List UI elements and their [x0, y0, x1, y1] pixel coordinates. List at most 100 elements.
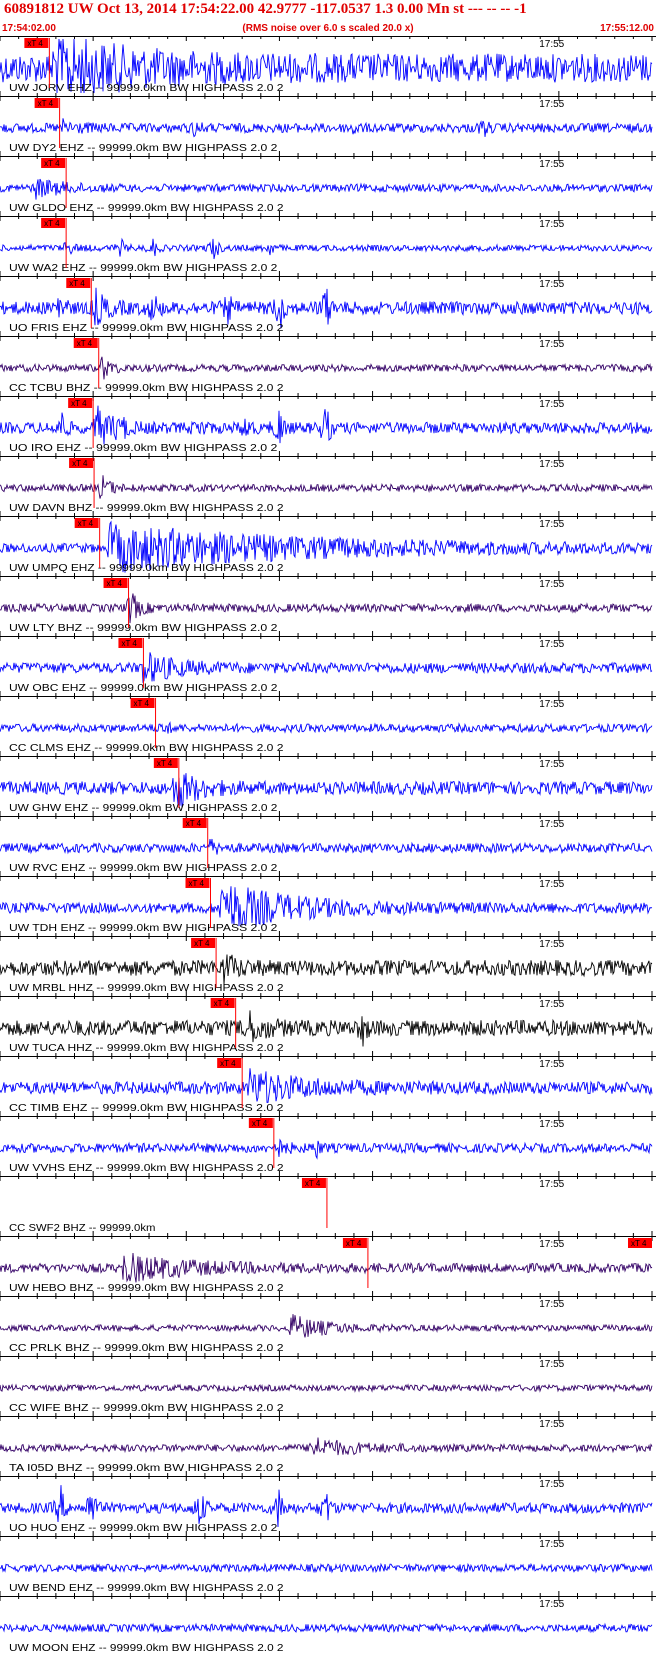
seismogram-plot: 17:55 UW JORV EHZ -- 99999.0km BW HIGHPAS… — [0, 36, 656, 1654]
waveform-trace — [0, 1562, 653, 1574]
pick-label: xT 4 — [194, 939, 210, 948]
minute-label: 17:55 — [539, 1359, 564, 1370]
minute-label: 17:55 — [539, 1239, 564, 1250]
minute-label: 17:55 — [539, 219, 564, 230]
waveform-trace — [0, 1138, 653, 1160]
pick-label: xT 4 — [78, 519, 94, 528]
channel-label: UW DY2 EHZ -- 99999.0km BW HIGHPASS 2.0 … — [9, 143, 278, 154]
waveform-trace — [0, 593, 653, 624]
channel-label: CC TCBU BHZ -- 99999.0km BW HIGHPASS 2.0… — [9, 383, 284, 394]
minute-label: 17:55 — [539, 939, 564, 950]
pick-label: xT 4 — [157, 759, 173, 768]
pick-label: xT 4 — [44, 219, 60, 228]
minute-label: 17:55 — [539, 1539, 564, 1550]
minute-label: 17:55 — [539, 39, 564, 50]
pick-label: xT 4 — [189, 879, 205, 888]
waveform-trace — [0, 721, 653, 734]
waveform-trace — [0, 1068, 653, 1103]
minute-label: 17:55 — [539, 819, 564, 830]
minute-label: 17:55 — [539, 879, 564, 890]
waveform-trace — [0, 1437, 653, 1456]
pick-label: xT 4 — [71, 399, 87, 408]
channel-label: UW JORV EHZ -- 99999.0km BW HIGHPASS 2.0… — [9, 83, 284, 94]
channel-label: UW MRBL HHZ -- 99999.0km BW HIGHPASS 2.0… — [9, 983, 284, 994]
waveform-trace — [0, 178, 653, 200]
minute-label: 17:55 — [539, 1059, 564, 1070]
pick-label: xT 4 — [77, 339, 93, 348]
minute-label: 17:55 — [539, 759, 564, 770]
channel-label: UW WA2 EHZ -- 99999.0km BW HIGHPASS 2.0 … — [9, 263, 278, 274]
minute-label: 17:55 — [539, 459, 564, 470]
minute-label: 17:55 — [539, 1419, 564, 1430]
minute-label: 17:55 — [539, 339, 564, 350]
waveform-trace — [0, 1485, 653, 1528]
waveform-trace — [0, 1314, 653, 1338]
pick-label: xT 4 — [631, 1239, 647, 1248]
minute-label: 17:55 — [539, 519, 564, 530]
pick-label: xT 4 — [186, 819, 202, 828]
pick-label: xT 4 — [121, 639, 137, 648]
channel-label: UO FRIS EHZ -- 99999.0km BW HIGHPASS 2.0… — [9, 323, 284, 334]
channel-label: CC PRLK BHZ -- 99999.0km BW HIGHPASS 2.0… — [9, 1343, 284, 1354]
channel-label: UW UMPQ EHZ -- 99999.0km BW HIGHPASS 2.0… — [9, 563, 284, 574]
channel-label: UO IRO EHZ -- 99999.0km BW HIGHPASS 2.0 … — [9, 443, 278, 454]
waveform-trace — [0, 954, 653, 985]
waveform-trace — [0, 652, 653, 683]
channel-label: UW DAVN BHZ -- 99999.0km BW HIGHPASS 2.0… — [9, 503, 284, 514]
minute-label: 17:55 — [539, 279, 564, 290]
channel-label: CC TIMB EHZ -- 99999.0km BW HIGHPASS 2.0… — [9, 1103, 284, 1114]
pick-label: xT 4 — [69, 279, 85, 288]
channel-label: UW TDH EHZ -- 99999.0km BW HIGHPASS 2.0 … — [9, 923, 278, 934]
minute-label: 17:55 — [539, 99, 564, 110]
minute-label: 17:55 — [539, 999, 564, 1010]
pick-label: xT 4 — [38, 99, 54, 108]
minute-label: 17:55 — [539, 639, 564, 650]
waveform-trace — [0, 475, 653, 499]
pick-label: xT 4 — [134, 699, 150, 708]
waveform-trace — [0, 773, 653, 807]
pick-label: xT 4 — [214, 999, 230, 1008]
channel-label: UO HUO EHZ -- 99999.0km BW HIGHPASS 2.0 … — [9, 1523, 278, 1534]
end-time: 17:55:12.00 — [600, 23, 654, 34]
pick-label: xT 4 — [72, 459, 88, 468]
waveform-trace — [0, 1622, 653, 1634]
channel-label: UW GLDO EHZ -- 99999.0km BW HIGHPASS 2.0… — [9, 203, 284, 214]
minute-label: 17:55 — [539, 1599, 564, 1610]
channel-label: UW BEND EHZ -- 99999.0km BW HIGHPASS 2.0… — [9, 1583, 284, 1594]
waveform-trace — [0, 838, 653, 855]
minute-label: 17:55 — [539, 1299, 564, 1310]
minute-label: 17:55 — [539, 579, 564, 590]
minute-label: 17:55 — [539, 159, 564, 170]
pick-label: xT 4 — [220, 1059, 236, 1068]
channel-label: CC WIFE BHZ -- 99999.0km BW HIGHPASS 2.0… — [9, 1403, 284, 1414]
header: 60891812 UW Oct 13, 2014 17:54:22.00 42.… — [0, 0, 656, 36]
pick-label: xT 4 — [107, 579, 123, 588]
channel-label: UW LTY BHZ -- 99999.0km BW HIGHPASS 2.0 … — [9, 623, 278, 634]
pick-label: xT 4 — [252, 1119, 268, 1128]
waveform-trace — [0, 886, 653, 927]
pick-label: xT 4 — [44, 159, 60, 168]
minute-label: 17:55 — [539, 699, 564, 710]
pick-label: xT 4 — [305, 1179, 321, 1188]
channel-label: UW VVHS EHZ -- 99999.0km BW HIGHPASS 2.0… — [9, 1163, 284, 1174]
pick-label: xT 4 — [346, 1239, 362, 1248]
channel-label: UW GHW EHZ -- 99999.0km BW HIGHPASS 2.0 … — [9, 803, 278, 814]
channel-label: CC CLMS EHZ -- 99999.0km BW HIGHPASS 2.0… — [9, 743, 284, 754]
event-title: 60891812 UW Oct 13, 2014 17:54:22.00 42.… — [4, 1, 527, 17]
waveform-trace — [0, 1252, 653, 1283]
waveform-trace — [0, 1383, 653, 1393]
waveform-trace — [0, 237, 653, 260]
waveform-trace — [0, 356, 653, 380]
minute-label: 17:55 — [539, 1179, 564, 1190]
minute-label: 17:55 — [539, 1119, 564, 1130]
pick-label: xT 4 — [27, 39, 43, 48]
channel-label: UW TUCA HHZ -- 99999.0km BW HIGHPASS 2.0… — [9, 1043, 284, 1054]
minute-label: 17:55 — [539, 399, 564, 410]
waveform-trace — [0, 118, 653, 138]
channel-label: UW RVC EHZ -- 99999.0km BW HIGHPASS 2.0 … — [9, 863, 278, 874]
channel-label: TA I05D BHZ -- 99999.0km BW HIGHPASS 2.0… — [9, 1463, 284, 1474]
minute-label: 17:55 — [539, 1479, 564, 1490]
channel-label: CC SWF2 BHZ -- 99999.0km — [9, 1223, 155, 1234]
waveform-trace — [0, 1010, 653, 1047]
channel-label: UW HEBO BHZ -- 99999.0km BW HIGHPASS 2.0… — [9, 1283, 284, 1294]
